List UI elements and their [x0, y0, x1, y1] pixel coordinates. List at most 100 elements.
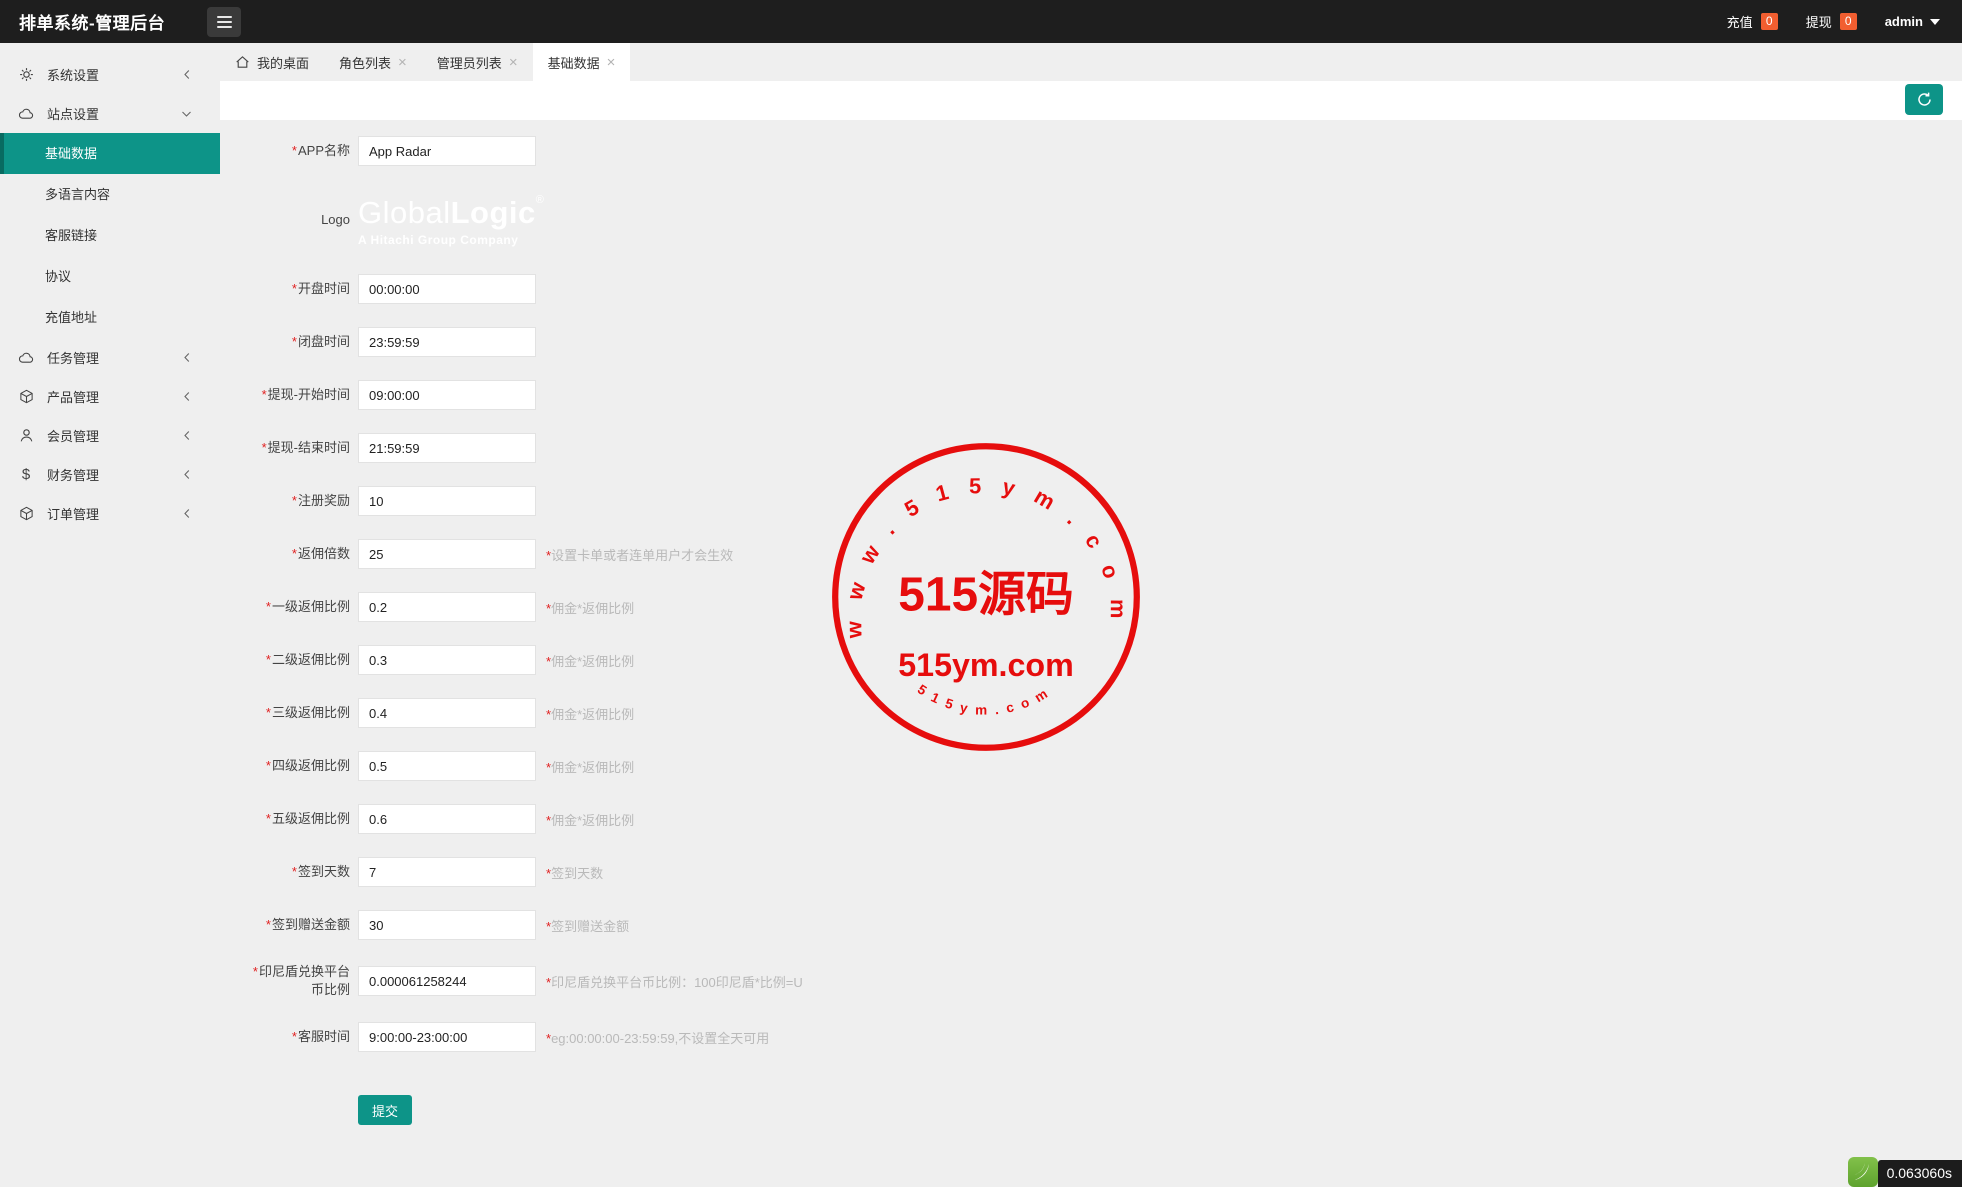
- sidebar-group-label: 站点设置: [47, 104, 99, 123]
- withdraw-count-badge: 0: [1840, 13, 1857, 30]
- field-label: *开盘时间: [220, 280, 350, 298]
- form-row-withdraw-start: *提现-开始时间: [220, 380, 1962, 410]
- username: admin: [1885, 14, 1923, 29]
- form-row-close-time: *闭盘时间: [220, 327, 1962, 357]
- field-hint: *签到天数: [546, 863, 603, 882]
- close-icon[interactable]: ×: [607, 55, 616, 70]
- sidebar: 系统设置 站点设置 基础数据 多语言内容 客服链接 协议 充值地址 任务管理: [0, 43, 220, 1187]
- field-hint: *设置卡单或者连单用户才会生效: [546, 545, 733, 564]
- field-label: *四级返佣比例: [220, 757, 350, 775]
- field-label: *三级返佣比例: [220, 704, 350, 722]
- chevron-left-icon: [182, 430, 192, 441]
- refresh-icon: [1916, 91, 1933, 108]
- field-hint: *佣金*返佣比例: [546, 704, 634, 723]
- sidebar-group-finance-management[interactable]: $ 财务管理: [0, 455, 220, 494]
- level5-rebate-input[interactable]: [358, 804, 536, 834]
- recharge-count-badge: 0: [1761, 13, 1778, 30]
- withdraw-end-time-input[interactable]: [358, 433, 536, 463]
- sidebar-group-system-settings[interactable]: 系统设置: [0, 55, 220, 94]
- tab-label: 管理员列表: [437, 53, 502, 72]
- tab-bar: 我的桌面 角色列表 × 管理员列表 × 基础数据 ×: [220, 43, 1962, 81]
- tab-my-desktop[interactable]: 我的桌面: [220, 43, 324, 81]
- form-row-logo: Logo GlobalLogic® A Hitachi Group Compan…: [220, 189, 1962, 251]
- signin-days-input[interactable]: [358, 857, 536, 887]
- sidebar-item-service-link[interactable]: 客服链接: [0, 215, 220, 256]
- cloud-icon: [18, 107, 34, 120]
- sidebar-group-task-management[interactable]: 任务管理: [0, 338, 220, 377]
- form-row-service-time: *客服时间 *eg:00:00:00-23:59:59,不设置全天可用: [220, 1022, 1962, 1052]
- form-row-register-reward: *注册奖励: [220, 486, 1962, 516]
- form-row-app-name: *APP名称: [220, 136, 1962, 166]
- level1-rebate-input[interactable]: [358, 592, 536, 622]
- register-reward-input[interactable]: [358, 486, 536, 516]
- thinkphp-logo-icon[interactable]: [1848, 1157, 1878, 1187]
- chevron-left-icon: [182, 469, 192, 480]
- field-label: *一级返佣比例: [220, 598, 350, 616]
- sidebar-group-label: 会员管理: [47, 426, 99, 445]
- field-label: *APP名称: [220, 142, 350, 160]
- sidebar-item-basic-data[interactable]: 基础数据: [0, 133, 220, 174]
- tab-admin-list[interactable]: 管理员列表 ×: [422, 43, 533, 81]
- chevron-left-icon: [182, 508, 192, 519]
- form-row-idr-rate: *印尼盾兑换平台币比例 *印尼盾兑换平台币比例：100印尼盾*比例=U: [220, 963, 1962, 999]
- content-area: *APP名称 Logo GlobalLogic® A Hitachi Group…: [220, 120, 1962, 1187]
- level3-rebate-input[interactable]: [358, 698, 536, 728]
- required-mark: *: [292, 143, 297, 158]
- app-title: 排单系统-管理后台: [19, 9, 165, 34]
- sidebar-group-product-management[interactable]: 产品管理: [0, 377, 220, 416]
- close-icon[interactable]: ×: [398, 55, 407, 70]
- recharge-link[interactable]: 充值 0: [1727, 12, 1778, 31]
- cube-icon: [18, 506, 34, 521]
- submit-button[interactable]: 提交: [358, 1095, 412, 1125]
- cloud-icon: [18, 351, 34, 364]
- form-row-signin-bonus: *签到赠送金额 *签到赠送金额: [220, 910, 1962, 940]
- sidebar-group-member-management[interactable]: 会员管理: [0, 416, 220, 455]
- hamburger-menu-button[interactable]: [207, 7, 241, 37]
- tab-basic-data[interactable]: 基础数据 ×: [533, 43, 631, 81]
- trace-bar[interactable]: 0.063060s: [1848, 1157, 1962, 1187]
- chevron-left-icon: [182, 69, 192, 80]
- form-row-level2-rebate: *二级返佣比例 *佣金*返佣比例: [220, 645, 1962, 675]
- hamburger-icon: [217, 13, 232, 31]
- logo-subtitle: A Hitachi Group Company: [358, 234, 544, 246]
- sidebar-group-order-management[interactable]: 订单管理: [0, 494, 220, 533]
- chevron-left-icon: [182, 352, 192, 363]
- signin-bonus-input[interactable]: [358, 910, 536, 940]
- close-icon[interactable]: ×: [509, 55, 518, 70]
- field-label: *注册奖励: [220, 492, 350, 510]
- field-hint: *佣金*返佣比例: [546, 651, 634, 670]
- field-hint: *eg:00:00:00-23:59:59,不设置全天可用: [546, 1028, 769, 1047]
- sidebar-group-label: 任务管理: [47, 348, 99, 367]
- form-row-rebate-multiple: *返佣倍数 *设置卡单或者连单用户才会生效: [220, 539, 1962, 569]
- top-header: 排单系统-管理后台 充值 0 提现 0 admin: [0, 0, 1962, 43]
- field-label: *二级返佣比例: [220, 651, 350, 669]
- withdraw-link[interactable]: 提现 0: [1806, 12, 1857, 31]
- sidebar-group-site-settings[interactable]: 站点设置: [0, 94, 220, 133]
- open-time-input[interactable]: [358, 274, 536, 304]
- field-label: *客服时间: [220, 1028, 350, 1046]
- field-hint: *佣金*返佣比例: [546, 757, 634, 776]
- idr-exchange-rate-input[interactable]: [358, 966, 536, 996]
- sidebar-item-multilanguage[interactable]: 多语言内容: [0, 174, 220, 215]
- field-hint: *佣金*返佣比例: [546, 810, 634, 829]
- sidebar-item-agreement[interactable]: 协议: [0, 256, 220, 297]
- toolbar: [220, 81, 1962, 120]
- trace-time: 0.063060s: [1878, 1160, 1962, 1187]
- level4-rebate-input[interactable]: [358, 751, 536, 781]
- rebate-multiple-input[interactable]: [358, 539, 536, 569]
- service-time-input[interactable]: [358, 1022, 536, 1052]
- close-time-input[interactable]: [358, 327, 536, 357]
- app-name-input[interactable]: [358, 136, 536, 166]
- field-hint: *印尼盾兑换平台币比例：100印尼盾*比例=U: [546, 972, 803, 991]
- recharge-label: 充值: [1727, 12, 1753, 31]
- refresh-button[interactable]: [1905, 84, 1943, 115]
- form-row-signin-days: *签到天数 *签到天数: [220, 857, 1962, 887]
- user-menu[interactable]: admin: [1885, 14, 1940, 29]
- field-hint: *佣金*返佣比例: [546, 598, 634, 617]
- withdraw-start-time-input[interactable]: [358, 380, 536, 410]
- level2-rebate-input[interactable]: [358, 645, 536, 675]
- form-row-level3-rebate: *三级返佣比例 *佣金*返佣比例: [220, 698, 1962, 728]
- tab-role-list[interactable]: 角色列表 ×: [324, 43, 422, 81]
- gear-icon: [18, 67, 34, 82]
- sidebar-item-recharge-address[interactable]: 充值地址: [0, 297, 220, 338]
